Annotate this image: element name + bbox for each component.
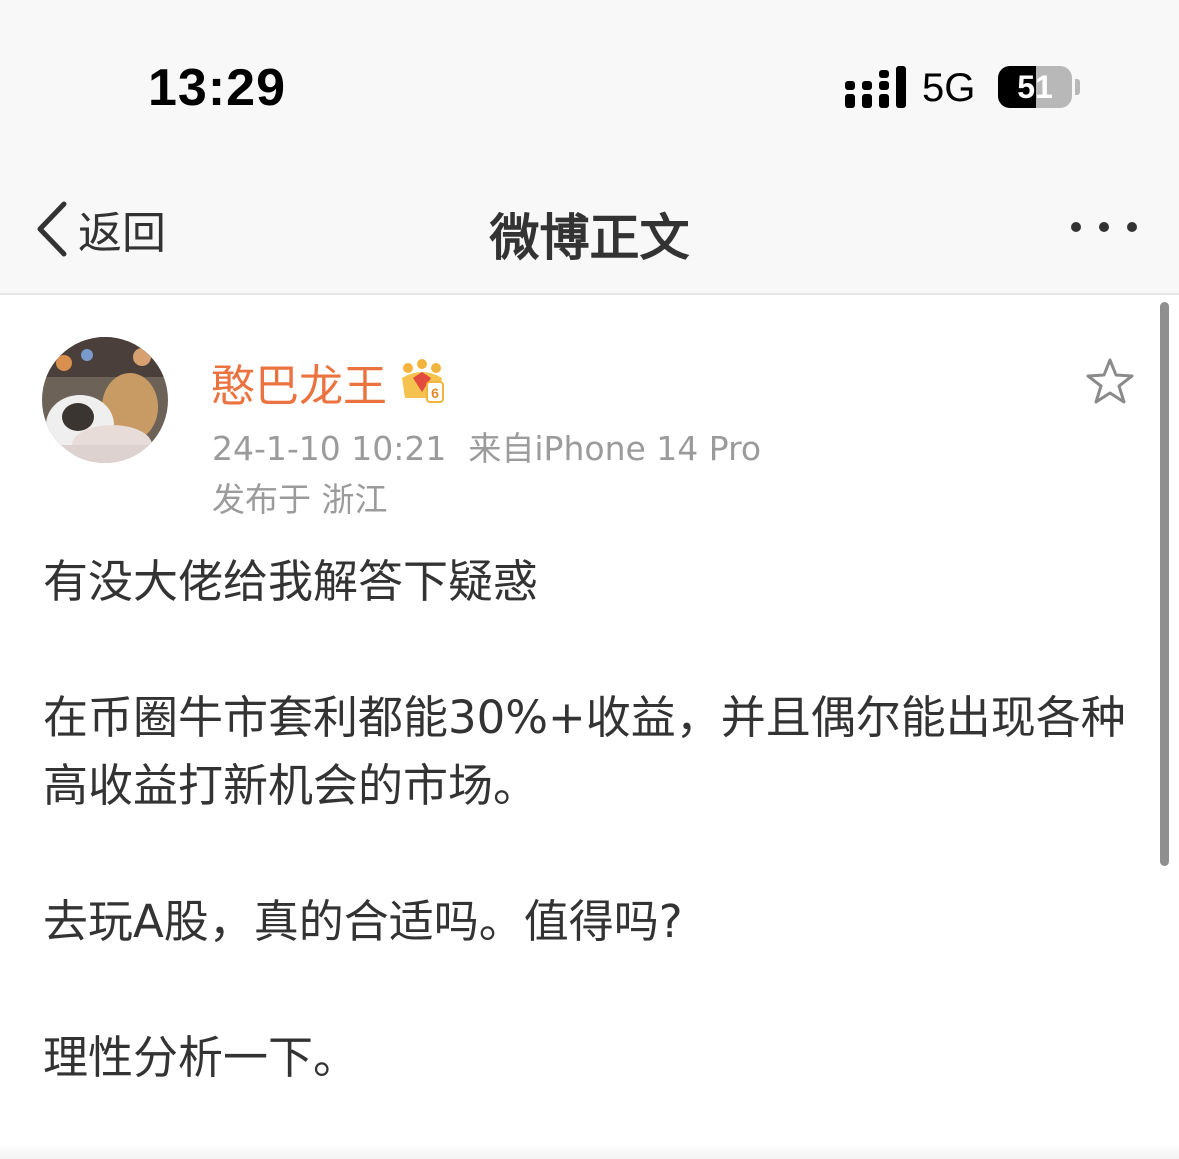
post-source: 来自iPhone 14 Pro <box>468 429 762 468</box>
username-row: 憨巴龙王 6 <box>211 350 447 414</box>
scrollbar[interactable] <box>1160 302 1169 866</box>
post-paragraph: 去玩A股，真的合适吗。值得吗? <box>43 895 683 948</box>
post-paragraph: 在币圈牛市套利都能30%+收益，并且偶尔能出现各种高收益打新机会的市场。 <box>43 691 1126 812</box>
post-timestamp: 24-1-10 10:21 <box>212 429 447 468</box>
avatar[interactable] <box>42 337 168 463</box>
post-body: 有没大佬给我解答下疑惑 在币圈牛市套利都能30%+收益，并且偶尔能出现各种高收益… <box>43 548 1133 1092</box>
page-title: 微博正文 <box>489 209 690 267</box>
battery-icon: 51 <box>998 66 1072 108</box>
vip-crown-badge-icon: 6 <box>402 359 444 403</box>
bottom-fade <box>0 1143 1179 1159</box>
post-paragraph: 理性分析一下。 <box>43 1031 359 1084</box>
vip-level: 6 <box>431 385 439 401</box>
network-type: 5G <box>922 66 976 110</box>
signal-bars-icon <box>845 66 906 108</box>
nav-bar: 返回 微博正文 <box>0 170 1179 295</box>
avatar-image <box>42 337 168 463</box>
post-location: 发布于 浙江 <box>212 480 388 519</box>
username[interactable]: 憨巴龙王 <box>211 350 387 414</box>
battery-level: 51 <box>1017 69 1053 105</box>
ellipsis-icon[interactable] <box>1062 210 1146 244</box>
post-meta: 24-1-10 10:21 来自iPhone 14 Pro <box>212 422 761 470</box>
star-icon[interactable] <box>1084 356 1136 406</box>
status-bar: 13:29 5G 51 <box>0 0 1179 170</box>
battery-cap <box>1075 79 1080 95</box>
post-paragraph: 有没大佬给我解答下疑惑 <box>43 555 539 608</box>
status-time: 13:29 <box>148 59 286 117</box>
